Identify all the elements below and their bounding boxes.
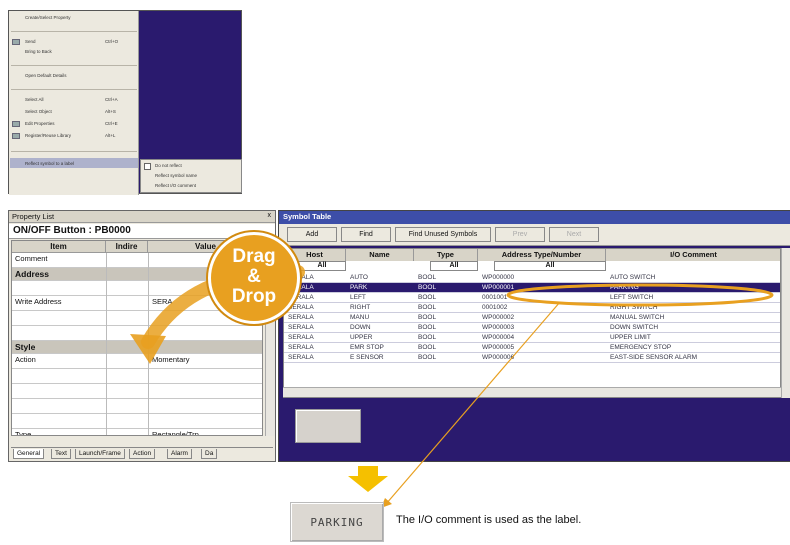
annotation-overlay <box>130 264 774 508</box>
drop-label: Drop <box>231 286 277 307</box>
drag-label: Drag <box>232 246 276 267</box>
highlight-ellipse <box>506 283 774 307</box>
leader-line <box>385 301 561 505</box>
down-arrow-icon <box>348 466 388 492</box>
ampersand-label: & <box>247 266 261 287</box>
drag-drop-badge: Drag & Drop <box>208 232 300 324</box>
drag-arrow-head <box>130 334 166 364</box>
result-caption: The I/O comment is used as the label. <box>396 514 582 526</box>
result-button-preview[interactable]: PARKING <box>290 502 384 542</box>
